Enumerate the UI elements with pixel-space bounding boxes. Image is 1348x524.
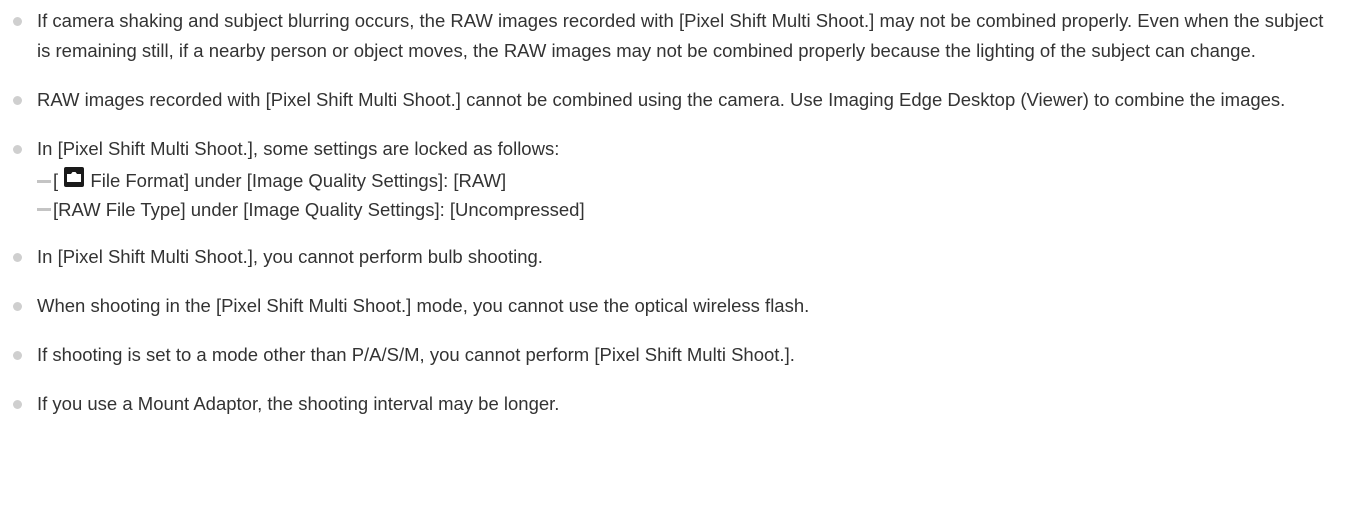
note-item: When shooting in the [Pixel Shift Multi …	[0, 291, 1348, 321]
bullet-icon	[13, 301, 22, 311]
bullet-icon	[13, 252, 22, 262]
note-item: RAW images recorded with [Pixel Shift Mu…	[0, 85, 1348, 115]
note-item: In [Pixel Shift Multi Shoot.], you canno…	[0, 242, 1348, 272]
locked-settings-list: [ File Format] under [Image Quality Sett…	[37, 166, 1338, 223]
note-text: If you use a Mount Adaptor, the shooting…	[37, 392, 560, 414]
bullet-icon	[13, 17, 22, 26]
note-text: In [Pixel Shift Multi Shoot.], you canno…	[37, 245, 543, 267]
note-text: If shooting is set to a mode other than …	[37, 343, 795, 365]
note-item: If shooting is set to a mode other than …	[0, 340, 1348, 370]
sub-item-text: File Format] under [Image Quality Settin…	[90, 170, 507, 191]
sub-item-text: [RAW File Type] under [Image Quality Set…	[53, 198, 585, 220]
note-text: If camera shaking and subject blurring o…	[37, 10, 1324, 61]
note-item: In [Pixel Shift Multi Shoot.], some sett…	[0, 134, 1348, 223]
note-item: If camera shaking and subject blurring o…	[0, 6, 1348, 66]
camera-icon	[64, 166, 85, 194]
bullet-icon	[13, 145, 22, 154]
bullet-icon	[13, 350, 22, 360]
dash-icon	[37, 179, 51, 183]
bullet-icon	[13, 399, 22, 409]
sub-list-item: [RAW File Type] under [Image Quality Set…	[37, 196, 1338, 223]
note-text: In [Pixel Shift Multi Shoot.], some sett…	[37, 138, 560, 159]
sub-list-item: [ File Format] under [Image Quality Sett…	[37, 166, 1338, 196]
note-text: RAW images recorded with [Pixel Shift Mu…	[37, 89, 1286, 110]
note-item: If you use a Mount Adaptor, the shooting…	[0, 389, 1348, 419]
dash-icon	[37, 208, 51, 212]
notes-list: If camera shaking and subject blurring o…	[0, 6, 1348, 419]
bullet-icon	[13, 96, 22, 105]
sub-item-prefix: [	[53, 170, 59, 191]
note-text: When shooting in the [Pixel Shift Multi …	[37, 294, 810, 316]
